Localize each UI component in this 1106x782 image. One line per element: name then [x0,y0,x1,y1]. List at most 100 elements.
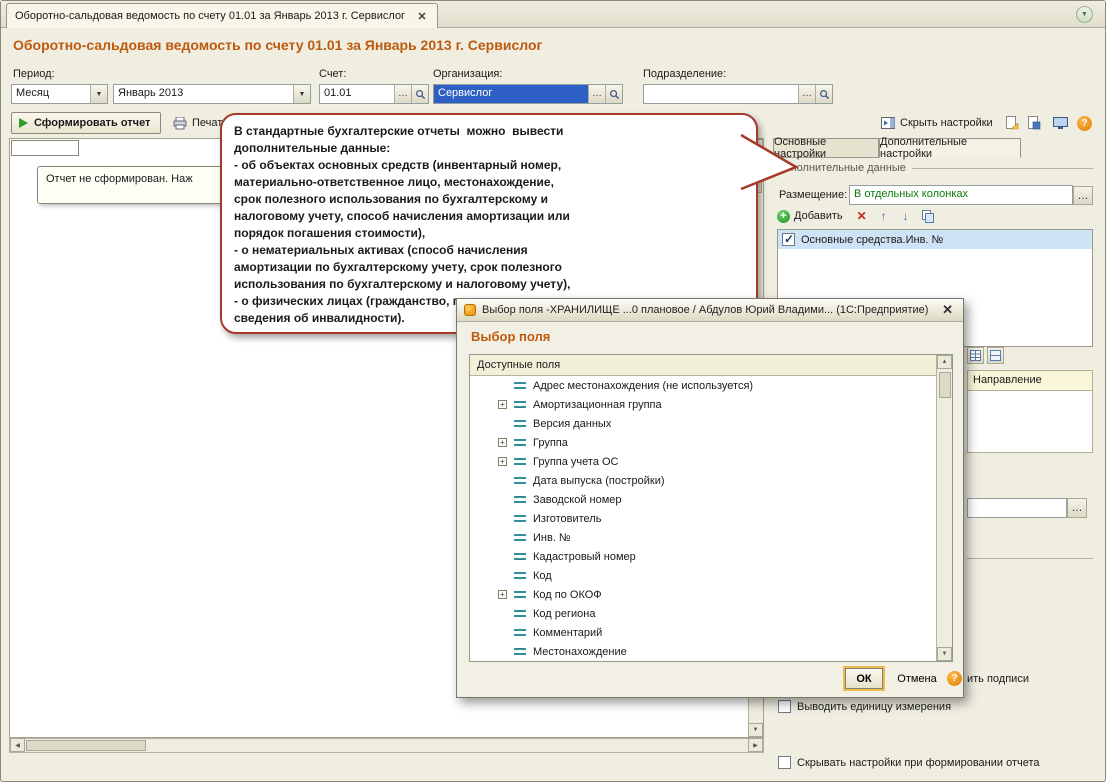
scroll-left-icon[interactable]: ◀ [10,738,25,752]
direction-column-header[interactable]: Направление [967,370,1093,391]
hide-settings-on-generate-checkbox[interactable] [778,756,791,769]
field-choose-button[interactable]: … [1067,498,1087,518]
add-field-button[interactable]: + Добавить [777,209,849,223]
expand-plus-icon[interactable]: + [498,457,507,466]
field-item-label: Кадастровый номер [533,550,636,563]
generate-report-button[interactable]: Сформировать отчет [11,112,162,134]
account-field[interactable]: 01.01 … [319,84,429,104]
help-button[interactable]: ? [1073,112,1096,134]
cell-name-box[interactable] [11,140,79,156]
hide-panel-icon [881,117,895,129]
period-label: Период: [13,68,55,80]
hide-settings-button[interactable]: Скрыть настройки [877,112,997,134]
field-list-item[interactable]: + Дата выпуска (постройки) [470,471,936,490]
search-icon[interactable] [411,85,428,103]
direction-column-body[interactable] [967,391,1093,453]
indicator-toolbar-button[interactable] [967,347,984,364]
field-list-item[interactable]: + Инв. № [470,528,936,547]
dialog-close-icon[interactable]: ✕ [939,302,956,318]
attribute-icon [514,590,526,599]
dialog-title: Выбор поля -ХРАНИЛИЩЕ ...0 плановое / Аб… [482,304,929,316]
unit-checkbox-label: Выводить единицу измерения [797,701,952,713]
dialog-heading: Выбор поля [471,329,551,344]
field-list-item[interactable]: + Код региона [470,604,936,623]
field-list-item[interactable]: + Версия данных [470,414,936,433]
expand-plus-icon[interactable]: + [498,400,507,409]
department-choose-button[interactable]: … [798,85,815,103]
placement-value: В отдельных колонках [854,188,969,200]
field-item-label: Инв. № [533,531,571,544]
field-list-item[interactable]: + Код по ОКОФ [470,585,936,604]
field-list-item[interactable]: + Адрес местонахождения (не используется… [470,376,936,395]
fields-list-toolbar: + Добавить ✕ ↑ ↓ [777,207,937,225]
plus-icon: + [777,209,790,223]
field-select-dialog: Выбор поля -ХРАНИЛИЩЕ ...0 плановое / Аб… [456,298,964,698]
attribute-icon [514,571,526,580]
generate-report-label: Сформировать отчет [34,117,151,129]
cancel-button[interactable]: Отмена [891,668,943,689]
search-icon[interactable] [815,85,832,103]
scroll-thumb[interactable] [26,740,146,751]
search-icon[interactable] [605,85,622,103]
account-choose-button[interactable]: … [394,85,411,103]
account-label: Счет: [319,68,347,80]
expand-plus-icon[interactable]: + [498,438,507,447]
grid-icon [970,350,981,361]
dialog-list-scrollbar[interactable]: ▲ ▼ [936,355,952,661]
list-item[interactable]: Основные средства.Инв. № [778,230,1092,249]
field-list-item[interactable]: + Изготовитель [470,509,936,528]
move-up-button[interactable]: ↑ [875,207,893,225]
unit-checkbox[interactable] [778,700,791,713]
checkbox-checked-icon[interactable] [782,232,795,246]
field-list-item[interactable]: + Комментарий [470,623,936,642]
field-item-label: Адрес местонахождения (не используется) [533,379,754,392]
field-list-item[interactable]: + Заводской номер [470,490,936,509]
placement-choose-button[interactable]: … [1073,186,1093,205]
field-list-item[interactable]: + Группа [470,433,936,452]
report-horizontal-scrollbar[interactable]: ◀ ▶ [9,738,764,753]
field-list-item[interactable]: + Код [470,566,936,585]
scroll-down-icon[interactable]: ▼ [937,647,952,661]
scroll-down-icon[interactable]: ▼ [748,723,763,737]
chevron-down-icon[interactable]: ▼ [90,85,107,103]
attribute-icon [514,628,526,637]
copy-icon [921,209,934,223]
period-type-select[interactable]: Месяц ▼ [11,84,108,104]
organization-choose-button[interactable]: … [588,85,605,103]
tab-report[interactable]: Оборотно-сальдовая ведомость по счету 01… [6,3,438,28]
chevron-down-icon[interactable]: ▼ [293,85,310,103]
tab-list-dropdown-button[interactable]: ▼ [1076,6,1093,23]
dialog-titlebar[interactable]: Выбор поля -ХРАНИЛИЩЕ ...0 плановое / Аб… [457,299,963,322]
placement-field[interactable]: В отдельных колонках [849,185,1073,205]
scroll-up-icon[interactable]: ▲ [937,355,952,369]
dialog-help-icon[interactable]: ? [947,671,962,686]
period-value-select[interactable]: Январь 2013 ▼ [113,84,311,104]
field-list-item[interactable]: + Группа учета ОС [470,452,936,471]
expand-plus-icon[interactable]: + [498,590,507,599]
move-down-button[interactable]: ↓ [897,207,915,225]
scroll-right-icon[interactable]: ▶ [748,738,763,752]
field-list-item[interactable]: + Местонахождение [470,642,936,661]
department-field[interactable]: … [643,84,833,104]
organization-field[interactable]: Сервислог … [433,84,623,104]
delete-field-button[interactable]: ✕ [853,207,871,225]
add-field-label: Добавить [794,210,843,222]
available-fields-header: Доступные поля [470,355,952,376]
load-settings-button[interactable] [1001,112,1023,134]
copy-field-button[interactable] [919,207,937,225]
period-type-value: Месяц [16,87,50,99]
save-settings-button[interactable] [1023,112,1045,134]
tab-close-icon[interactable]: ✕ [415,10,429,23]
department-value [644,85,798,103]
field-item-label: Код региона [533,607,596,620]
partially-hidden-field[interactable] [967,498,1067,518]
field-list-item[interactable]: + Кадастровый номер [470,547,936,566]
ok-button[interactable]: ОК [845,668,883,689]
tab-additional-settings[interactable]: Дополнительные настройки [879,136,1021,160]
scroll-thumb[interactable] [939,372,951,398]
attribute-icon [514,400,526,409]
indicator-toolbar-button[interactable] [987,347,1004,364]
report-variants-button[interactable] [1049,112,1072,134]
field-list-item[interactable]: + Амортизационная группа [470,395,936,414]
attribute-icon [514,514,526,523]
